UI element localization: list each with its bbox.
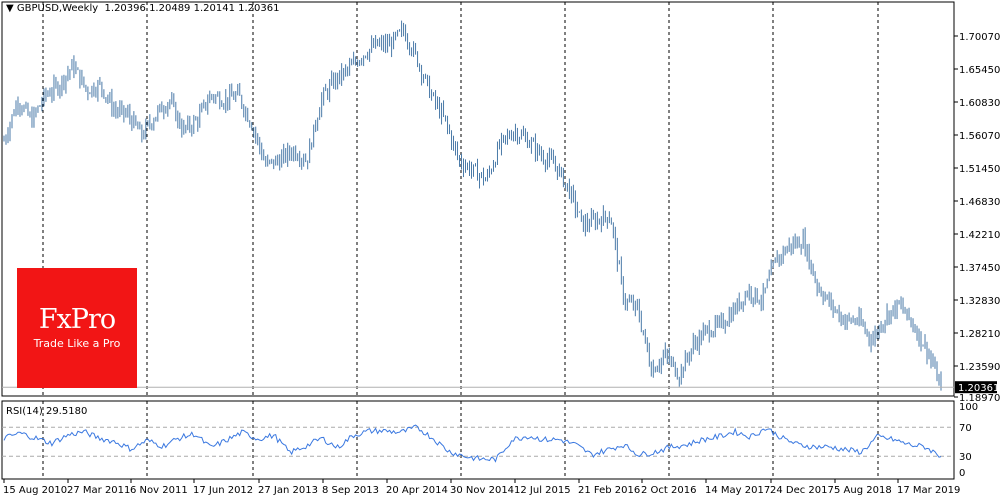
x-tick-label: 17 Jun 2012 xyxy=(193,485,253,496)
x-tick-label: 2 Oct 2016 xyxy=(641,485,696,496)
chart-title: ▼ GBPUSD,Weekly 1.20396 1.20489 1.20141 … xyxy=(6,3,279,14)
y-tick-label: 1.42210 xyxy=(959,230,1000,241)
logo-tagline: Trade Like a Pro xyxy=(33,337,121,350)
triangle-down-icon[interactable]: ▼ xyxy=(6,3,14,14)
y-tick-label: 1.37450 xyxy=(959,263,1000,274)
y-tick-label: 1.70070 xyxy=(959,32,1000,43)
y-tick-label: 1.32830 xyxy=(959,296,1000,307)
rsi-tick-label: 30 xyxy=(959,452,972,463)
rsi-tick-label: 100 xyxy=(959,402,978,413)
rsi-label: RSI(14) 29.5180 xyxy=(6,406,88,417)
symbol-timeframe: GBPUSD,Weekly xyxy=(16,3,99,14)
x-tick-label: 21 Feb 2016 xyxy=(578,485,640,496)
x-tick-label: 17 Mar 2019 xyxy=(897,485,960,496)
x-tick-label: 20 Apr 2014 xyxy=(386,485,448,496)
x-tick-label: 8 Sep 2013 xyxy=(322,485,379,496)
rsi-tick-label: 0 xyxy=(959,468,965,479)
x-tick-label: 27 Mar 2011 xyxy=(67,485,130,496)
logo-brand: FxPro xyxy=(38,304,116,335)
price-chart[interactable]: 1.70070 1.65450 1.60830 1.56070 1.51450 1.468… xyxy=(0,0,1000,500)
ohlc-values: 1.20396 1.20489 1.20141 1.20361 xyxy=(104,3,280,14)
y-tick-label: 1.65450 xyxy=(959,65,1000,76)
y-tick-label: 1.56070 xyxy=(959,131,1000,142)
rsi-pane-frame xyxy=(1,400,955,480)
y-tick-label: 1.23590 xyxy=(959,362,1000,373)
x-tick-label: 30 Nov 2014 xyxy=(450,485,514,496)
y-tick-label: 1.46830 xyxy=(959,197,1000,208)
x-tick-label: 6 Nov 2011 xyxy=(130,485,188,496)
x-tick-label: 24 Dec 2017 xyxy=(770,485,834,496)
x-tick-label: 27 Jan 2013 xyxy=(258,485,318,496)
x-tick-label: 15 Aug 2010 xyxy=(3,485,67,496)
current-price-label: 1.20361 xyxy=(958,383,999,394)
rsi-tick-label: 70 xyxy=(959,423,972,434)
y-tick-label: 1.51450 xyxy=(959,164,1000,175)
fxpro-logo: FxPro Trade Like a Pro xyxy=(17,268,137,388)
y-tick-label: 1.60830 xyxy=(959,98,1000,109)
y-tick-label: 1.28210 xyxy=(959,329,1000,340)
main-pane-frame xyxy=(1,1,955,397)
x-tick-label: 5 Aug 2018 xyxy=(834,485,892,496)
x-tick-label: 12 Jul 2015 xyxy=(514,485,571,496)
x-tick-label: 14 May 2017 xyxy=(705,485,770,496)
